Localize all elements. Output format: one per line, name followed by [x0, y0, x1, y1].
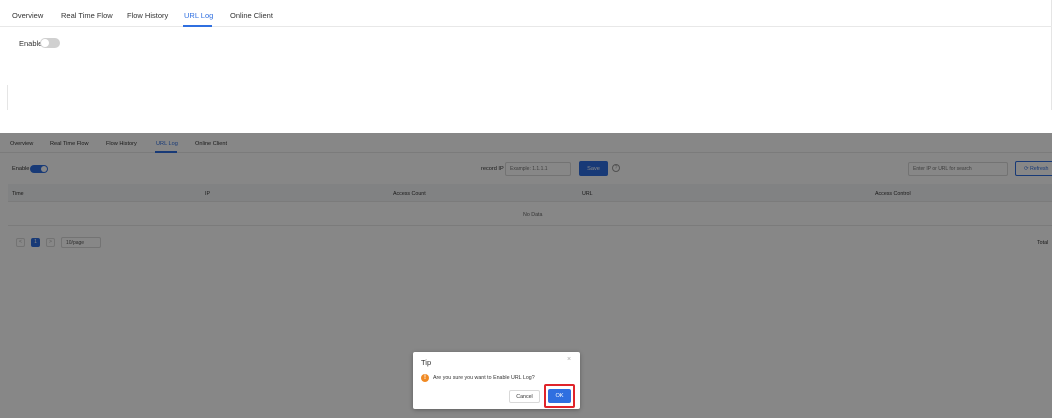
tab-flow-history[interactable]: Flow History: [127, 11, 168, 20]
ok-button[interactable]: OK: [548, 389, 571, 403]
active-tab-indicator: [183, 25, 212, 27]
tab-overview[interactable]: Overview: [12, 11, 43, 20]
enable-toggle[interactable]: [40, 38, 60, 48]
toggle-knob: [41, 39, 49, 47]
cancel-button[interactable]: Cancel: [509, 390, 540, 403]
top-tab-bar: Overview Real Time Flow Flow History URL…: [0, 0, 1052, 27]
dialog-title: Tip: [421, 358, 432, 367]
warning-icon: !: [421, 374, 429, 382]
tab-online-client[interactable]: Online Client: [230, 11, 273, 20]
dialog-message: Are you sure you want to Enable URL Log?: [433, 375, 535, 381]
tab-url-log[interactable]: URL Log: [184, 11, 213, 20]
close-icon[interactable]: ×: [567, 356, 571, 363]
tab-real-time-flow[interactable]: Real Time Flow: [61, 11, 113, 20]
top-panel: Overview Real Time Flow Flow History URL…: [0, 0, 1052, 110]
enable-label: Enable: [19, 39, 43, 48]
panel-edge: [7, 85, 8, 110]
